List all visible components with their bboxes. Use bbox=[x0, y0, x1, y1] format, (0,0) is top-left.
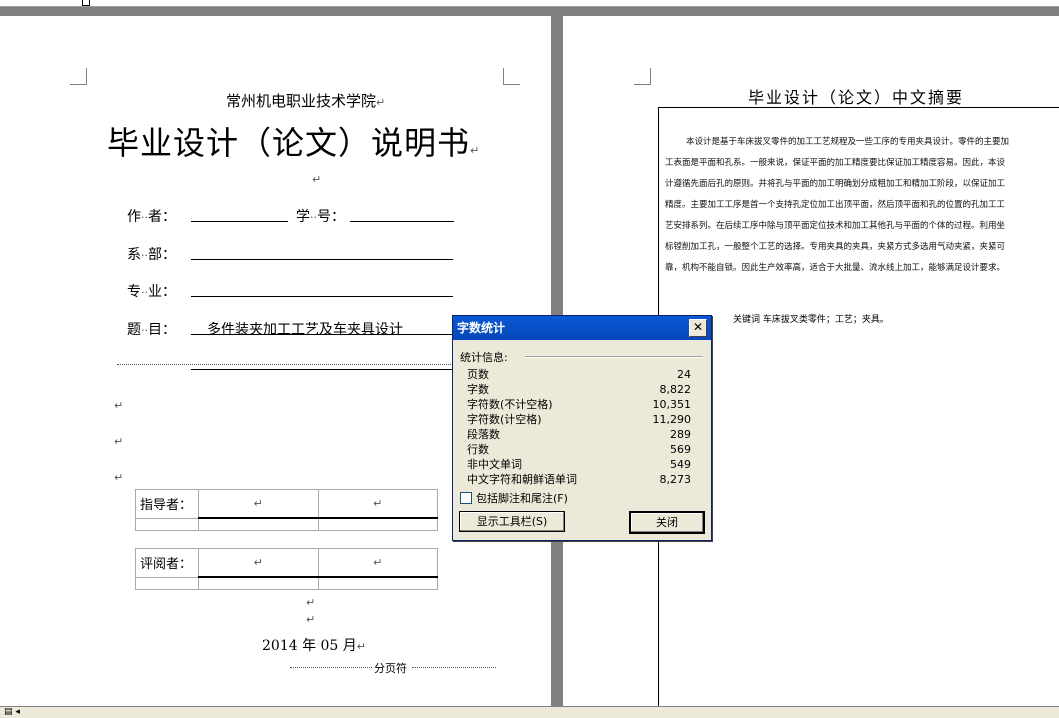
reviewer-cell[interactable]: ↵ bbox=[198, 548, 319, 578]
page-break-marker: 分页符 bbox=[374, 662, 407, 675]
page-break-line bbox=[290, 667, 372, 668]
dialog-titlebar[interactable]: 字数统计 ✕ bbox=[453, 316, 711, 340]
paragraph-mark: ↵ bbox=[306, 596, 316, 609]
paragraph-mark: ↵ bbox=[312, 173, 322, 186]
section-divider bbox=[525, 356, 703, 358]
show-toolbar-button[interactable]: 显示工具栏(S) bbox=[459, 511, 565, 532]
department-field[interactable] bbox=[191, 259, 453, 260]
reviewer-cell[interactable]: ↵ bbox=[317, 548, 438, 578]
paragraph-mark: ↵ bbox=[114, 471, 124, 484]
paragraph-mark: ↵ bbox=[306, 613, 316, 626]
school-name: 常州机电职业技术学院↵ bbox=[226, 92, 386, 110]
student-id-label: 学··号： bbox=[296, 209, 345, 225]
status-bar: ▤ ◂ bbox=[0, 706, 1059, 718]
major-label: 专··业： bbox=[127, 284, 176, 300]
stat-pages: 页数 24 bbox=[467, 368, 691, 381]
crop-mark bbox=[634, 68, 651, 85]
author-label: 作··者： bbox=[127, 209, 176, 225]
footnotes-checkbox-label[interactable]: 包括脚注和尾注(F) bbox=[476, 490, 568, 506]
close-button[interactable]: 关闭 bbox=[629, 511, 705, 534]
horizontal-ruler[interactable] bbox=[0, 0, 1059, 7]
advisor-label: 指导者： bbox=[135, 489, 199, 519]
stat-words: 字数 8,822 bbox=[467, 383, 691, 396]
dialog-title: 字数统计 bbox=[457, 321, 506, 335]
stat-chars-with-spaces: 字符数(计空格) 11,290 bbox=[467, 413, 691, 426]
view-mode-icon[interactable]: ▤ ◂ bbox=[4, 707, 20, 718]
paragraph-mark: ↵ bbox=[114, 435, 124, 448]
keywords: 关键词 车床拔叉类零件；工艺；夹具。 bbox=[733, 315, 889, 325]
reviewer-table[interactable]: 评阅者： ↵ ↵ bbox=[135, 548, 438, 590]
crop-mark bbox=[503, 68, 520, 85]
document-title: 毕业设计（论文）说明书↵ bbox=[107, 124, 481, 162]
stat-cjk-chars: 中文字符和朝鲜语单词 8,273 bbox=[467, 473, 691, 486]
stat-lines: 行数 569 bbox=[467, 443, 691, 456]
crop-mark bbox=[70, 68, 87, 85]
topic-field[interactable] bbox=[191, 334, 453, 335]
reviewer-label: 评阅者： bbox=[135, 548, 199, 578]
date: 2014 年 05 月↵ bbox=[262, 638, 367, 654]
advisor-cell[interactable]: ↵ bbox=[198, 489, 319, 519]
close-icon[interactable]: ✕ bbox=[689, 319, 707, 337]
paragraph-mark: ↵ bbox=[114, 399, 124, 412]
footnotes-checkbox[interactable] bbox=[460, 492, 472, 504]
topic-label: 题··目： bbox=[127, 322, 176, 338]
stat-chars-no-spaces: 字符数(不计空格) 10,351 bbox=[467, 398, 691, 411]
student-id-field[interactable] bbox=[350, 221, 454, 222]
department-label: 系··部： bbox=[127, 247, 176, 263]
advisor-cell[interactable]: ↵ bbox=[317, 489, 438, 519]
word-count-dialog[interactable]: 字数统计 ✕ 统计信息: 页数 24 字数 8,822 字符数(不计空格) 10,35… bbox=[452, 315, 712, 541]
author-field[interactable] bbox=[191, 221, 288, 222]
topic-field-line2[interactable] bbox=[191, 369, 453, 370]
abstract-title: 毕业设计（论文）中文摘要 bbox=[748, 88, 965, 107]
advisor-table[interactable]: 指导者： ↵ ↵ bbox=[135, 489, 438, 531]
abstract-body[interactable]: 本设计是基于车床拔叉零件的加工工艺规程及一些工序的专用夹具设计。零件的主要加 工… bbox=[665, 132, 1059, 279]
stat-non-chinese-words: 非中文单词 549 bbox=[467, 458, 691, 471]
indent-marker[interactable] bbox=[82, 0, 90, 6]
page-break-line bbox=[412, 667, 496, 668]
topic-value[interactable]: 多件装夹加工工艺及车夹具设计 bbox=[207, 319, 403, 339]
stats-section-label: 统计信息: bbox=[460, 351, 508, 364]
major-field[interactable] bbox=[191, 296, 453, 297]
stat-paragraphs: 段落数 289 bbox=[467, 428, 691, 441]
topic-continuation-dots bbox=[117, 364, 453, 365]
